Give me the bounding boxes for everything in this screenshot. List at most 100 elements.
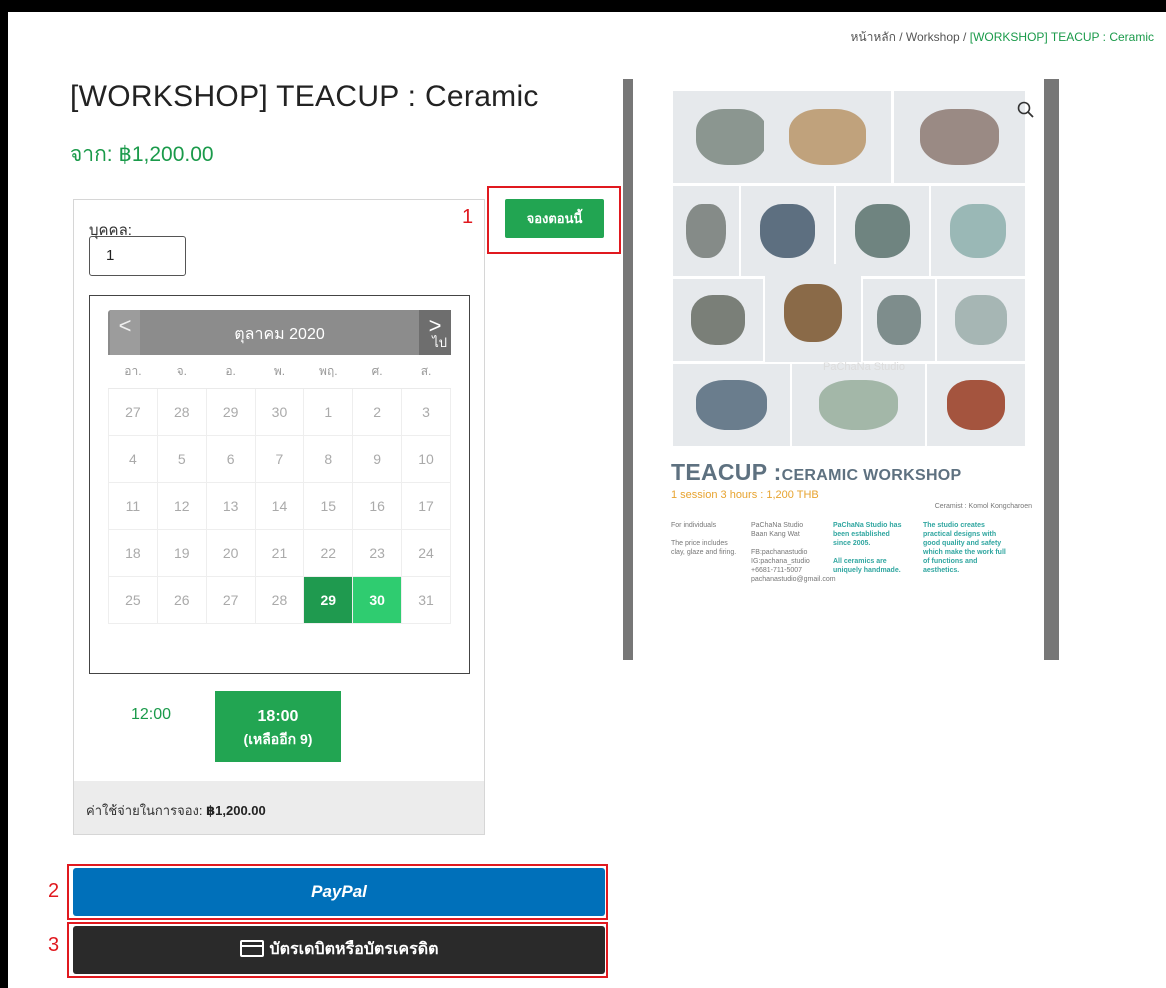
calendar-next-label: ไป	[432, 335, 447, 350]
calendar-month-title: ตุลาคม 2020	[234, 326, 325, 343]
cup-photo	[792, 364, 925, 446]
cup-photo	[673, 364, 790, 446]
zoom-icon[interactable]	[1016, 100, 1036, 120]
cup-photo	[863, 279, 935, 361]
time-slot-label: 18:00	[257, 708, 299, 725]
cup-photo	[931, 186, 1025, 276]
calendar-week-row: 11 12 13 14 15 16 17	[108, 481, 451, 530]
calendar-day: 18	[108, 528, 158, 577]
calendar-day: 29	[205, 387, 256, 436]
poster-text-col4: The studio creates practical designs wit…	[923, 522, 1008, 574]
booking-cost-value: ฿1,200.00	[206, 803, 266, 818]
annotation-number-1: 1	[462, 206, 474, 228]
calendar-week-row: 4 5 6 7 8 9 10	[108, 434, 451, 483]
card-payment-button[interactable]: บัตรเดบิตหรือบัตรเครดิต	[73, 926, 605, 974]
poster-title-rest: CERAMIC WORKSHOP	[781, 467, 962, 484]
calendar-day: 30	[254, 387, 305, 436]
calendar-day: 19	[156, 528, 207, 577]
calendar-day: 6	[205, 434, 256, 483]
highlight-box-1	[487, 186, 621, 254]
calendar-day-available[interactable]: 30	[352, 575, 403, 624]
calendar-day: 27	[205, 575, 256, 624]
calendar-day: 20	[205, 528, 256, 577]
cup-photo	[764, 91, 891, 183]
window-frame-left	[0, 0, 8, 988]
weekday-label: ส.	[401, 355, 451, 389]
card-payment-label: บัตรเดบิตหรือบัตรเครดิต	[269, 941, 439, 958]
calendar-week-row: 18 19 20 21 22 23 24	[108, 528, 451, 577]
calendar-day: 9	[352, 434, 403, 483]
cup-photo	[673, 279, 763, 361]
booking-cost: ค่าใช้จ่ายในการจอง: ฿1,200.00	[74, 781, 484, 834]
booking-cost-label: ค่าใช้จ่ายในการจอง:	[86, 803, 203, 818]
booking-calendar: < ตุลาคม 2020 > ไป อา. จ. อ. พ. พฤ. ศ. ส…	[89, 295, 470, 674]
annotation-number-3: 3	[48, 934, 60, 956]
breadcrumb-separator: /	[899, 30, 903, 44]
weekday-label: อา.	[108, 355, 158, 389]
product-price: จาก: ฿1,200.00	[70, 143, 214, 166]
calendar-day: 22	[303, 528, 354, 577]
weekday-label: อ.	[206, 355, 256, 389]
poster-text-col1: For individuals The price includes clay,…	[671, 522, 737, 556]
poster-title-main: TEACUP :	[671, 459, 782, 485]
product-image[interactable]: PaChaNa Studio TEACUP :CERAMIC WORKSHOP …	[623, 79, 1059, 660]
breadcrumb-separator: /	[963, 30, 967, 44]
persons-input[interactable]: 1	[89, 236, 186, 276]
weekday-label: พฤ.	[303, 355, 353, 389]
time-slot-1200[interactable]: 12:00	[101, 692, 201, 762]
poster-subtitle: 1 session 3 hours : 1,200 THB	[671, 489, 819, 501]
product-poster: PaChaNa Studio TEACUP :CERAMIC WORKSHOP …	[633, 79, 1044, 660]
calendar-day: 5	[156, 434, 207, 483]
calendar-week-row: 25 26 27 28 29 30 31	[108, 575, 451, 624]
booking-form: บุคคล: 1 < ตุลาคม 2020 > ไป อา. จ. อ. พ.…	[73, 199, 485, 835]
calendar-day: 31	[401, 575, 451, 624]
cup-photo	[836, 186, 929, 276]
calendar-day: 28	[156, 387, 207, 436]
calendar-day: 23	[352, 528, 403, 577]
calendar-grid: อา. จ. อ. พ. พฤ. ศ. ส. 27 28 29 30 1 2 3 4 5 6 7 8 9…	[108, 355, 451, 624]
time-slot-1800-selected[interactable]: 18:00 (เหลืออีก 9)	[215, 691, 341, 762]
calendar-day: 8	[303, 434, 354, 483]
calendar-day: 4	[108, 434, 158, 483]
calendar-day: 21	[254, 528, 305, 577]
credit-card-icon	[239, 940, 264, 957]
calendar-day-available[interactable]: 29	[303, 575, 354, 624]
calendar-header: < ตุลาคม 2020 > ไป	[108, 310, 451, 355]
time-slot-label: 12:00	[130, 706, 172, 723]
calendar-day: 13	[205, 481, 256, 530]
poster-title: TEACUP :CERAMIC WORKSHOP	[671, 459, 962, 486]
poster-ceramist: Ceramist : Komol Kongcharoen	[934, 503, 1032, 510]
annotation-number-2: 2	[48, 880, 60, 902]
breadcrumb-category-link[interactable]: Workshop	[906, 30, 960, 44]
calendar-day: 26	[156, 575, 207, 624]
cup-photo	[741, 186, 834, 276]
breadcrumb-home-link[interactable]: หน้าหลัก	[850, 30, 895, 44]
cup-photo	[673, 186, 739, 276]
cup-photo	[927, 364, 1025, 446]
calendar-day: 16	[352, 481, 403, 530]
calendar-day: 2	[352, 387, 403, 436]
calendar-day: 12	[156, 481, 207, 530]
breadcrumb-current: [WORKSHOP] TEACUP : Ceramic	[969, 30, 1154, 44]
cup-photo	[894, 91, 1025, 183]
cup-photo	[937, 279, 1025, 361]
calendar-day: 11	[108, 481, 158, 530]
page-title: [WORKSHOP] TEACUP : Ceramic	[70, 80, 539, 113]
calendar-day: 15	[303, 481, 354, 530]
cup-photo	[765, 264, 861, 362]
calendar-day: 25	[108, 575, 158, 624]
paypal-button[interactable]: PayPal	[73, 868, 605, 916]
calendar-weekday-row: อา. จ. อ. พ. พฤ. ศ. ส.	[108, 355, 451, 389]
poster-text-col2: PaChaNa Studio Baan Kang Wat FB:pachanas…	[751, 522, 836, 583]
poster-watermark: PaChaNa Studio	[823, 361, 905, 373]
calendar-day: 28	[254, 575, 305, 624]
time-slot-remaining: (เหลืออีก 9)	[243, 731, 313, 747]
calendar-day: 27	[108, 387, 158, 436]
breadcrumb: หน้าหลัก / Workshop / [WORKSHOP] TEACUP …	[850, 28, 1154, 47]
weekday-label: พ.	[255, 355, 304, 389]
window-frame-top	[0, 0, 1166, 12]
weekday-label: จ.	[157, 355, 207, 389]
calendar-day: 7	[254, 434, 305, 483]
weekday-label: ศ.	[352, 355, 402, 389]
calendar-day: 17	[401, 481, 451, 530]
